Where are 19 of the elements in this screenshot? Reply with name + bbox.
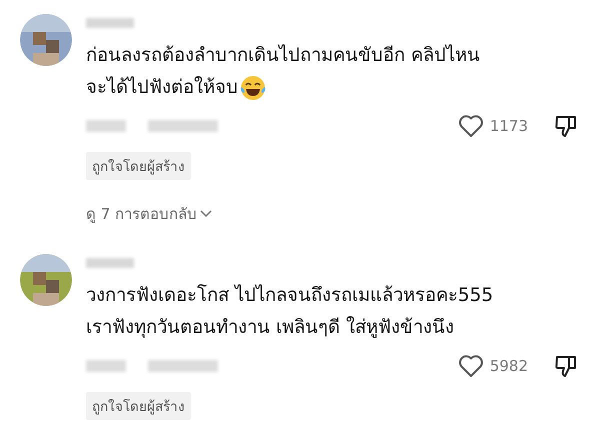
blurred-date — [86, 120, 126, 132]
like-count: 1173 — [490, 117, 528, 135]
chevron-down-icon — [200, 210, 212, 218]
thumbs-down-icon[interactable] — [554, 114, 578, 138]
blurred-date — [86, 360, 126, 372]
view-replies-link[interactable]: ดู 7 การตอบกลับ — [86, 202, 212, 226]
comment-text: ก่อนลงรถต้องลำบากเดินไปถามคนขับอีก คลิปไหน — [86, 43, 480, 68]
heart-icon[interactable] — [458, 114, 484, 138]
liked-by-creator-badge: ถูกใจโดยผู้สร้าง — [86, 392, 191, 420]
thumbs-down-icon[interactable] — [554, 354, 578, 378]
comment-text: จะได้ไปฟังต่อให้จบ — [86, 75, 238, 100]
blurred-text — [148, 120, 218, 132]
heart-icon[interactable] — [458, 354, 484, 378]
like-count: 5982 — [490, 357, 528, 375]
liked-by-creator-badge: ถูกใจโดยผู้สร้าง — [86, 152, 191, 180]
blurred-text — [148, 360, 218, 372]
comment-text: วงการฟังเดอะโกส ไปไกลจนถึงรถเมแล้วหรอคะ555 — [86, 283, 494, 308]
comment-text: เราฟังทุกวันตอนทำงาน เพลินๆดี ใส่หูฟังข้างนึง — [86, 315, 454, 340]
laughing-emoji-icon — [240, 75, 266, 101]
